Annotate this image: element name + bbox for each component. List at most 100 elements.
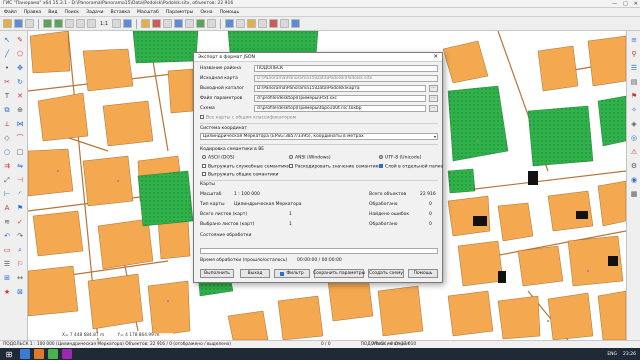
tag-icon[interactable]: ◈ — [629, 119, 639, 129]
clock[interactable]: 23:26 — [623, 352, 636, 357]
point-icon[interactable]: • — [2, 63, 12, 73]
arc-icon[interactable]: ⌒ — [15, 133, 25, 143]
measure-icon[interactable] — [163, 19, 173, 28]
find-icon[interactable]: ⌕ — [15, 245, 25, 255]
mirror-icon[interactable]: ⇋ — [15, 161, 25, 171]
undo-edit-icon[interactable]: ↶ — [2, 231, 12, 241]
encoding-utf8-radio[interactable] — [379, 155, 383, 159]
region-field[interactable]: ПОДОЛЬСК — [254, 65, 438, 72]
menu-windows[interactable]: Окна — [200, 10, 212, 15]
trim-icon[interactable]: ⊣ — [15, 175, 25, 185]
line-icon[interactable]: ╱ — [2, 49, 12, 59]
flag-icon[interactable]: ⚐ — [15, 259, 25, 269]
encoding-ascii-radio[interactable] — [202, 155, 206, 159]
grid-icon[interactable] — [185, 19, 195, 28]
close-button[interactable]: ✕ — [634, 1, 638, 7]
copy-icon[interactable]: ⧉ — [2, 105, 12, 115]
move-icon[interactable]: ✥ — [15, 63, 25, 73]
scheme-browse-button[interactable]: … — [429, 105, 438, 112]
output-dir-browse-button[interactable]: … — [429, 85, 438, 92]
pin-icon[interactable]: ⚲ — [629, 49, 639, 59]
delete-icon[interactable] — [152, 19, 162, 28]
dim-icon[interactable]: ↔ — [15, 273, 25, 283]
zoom-out-icon[interactable] — [87, 19, 96, 28]
ruler-icon[interactable] — [236, 19, 246, 28]
save-params-button[interactable]: Сохранить параметры — [313, 269, 365, 278]
menu-help[interactable]: Помощь — [220, 10, 240, 15]
rotate-icon[interactable]: ↻ — [15, 77, 25, 87]
fillet-icon[interactable]: ◜ — [15, 189, 25, 199]
flag-right-icon[interactable]: ⚑ — [629, 91, 639, 101]
start-icon[interactable]: ⊞ — [4, 349, 14, 359]
label-icon[interactable]: A — [2, 203, 12, 213]
select-icon[interactable] — [65, 19, 74, 28]
folder-icon[interactable] — [247, 19, 257, 28]
compass-icon[interactable]: ✧ — [629, 105, 639, 115]
app-icon[interactable] — [62, 349, 72, 359]
scheme-field[interactable]: d:\profile\desktop\Примеры\topo100t.rsc.… — [254, 105, 426, 112]
expand-semantics-option[interactable]: Раскодировать значение семантики — [289, 164, 381, 170]
snap-icon[interactable]: ⊕ — [15, 105, 25, 115]
menu-search[interactable]: Поиск — [65, 10, 80, 15]
explorer-icon[interactable] — [20, 349, 30, 359]
table-icon[interactable] — [258, 19, 268, 28]
refresh-icon[interactable] — [280, 19, 290, 28]
select-area-icon[interactable]: ▭ — [2, 245, 12, 255]
expand-semantics-checkbox[interactable] — [289, 164, 293, 168]
eye-icon[interactable]: ◉ — [629, 175, 639, 185]
offset-icon[interactable]: ⇉ — [2, 161, 12, 171]
filter-button[interactable]: Фильтр — [274, 269, 310, 278]
layer-folder-option[interactable]: Слой в отдельной папке — [379, 164, 443, 170]
merge-icon[interactable]: ⋈ — [15, 119, 25, 129]
layer-folder-checkbox[interactable] — [379, 164, 383, 168]
globe-icon[interactable] — [225, 19, 235, 28]
open-file-icon[interactable] — [3, 19, 12, 28]
join-icon[interactable]: ⊞ — [2, 273, 12, 283]
legend-icon[interactable] — [207, 19, 217, 28]
pointer-icon[interactable]: ↖ — [2, 35, 12, 45]
minimize-button[interactable]: — — [612, 1, 617, 7]
help-button[interactable]: Помощь — [408, 269, 438, 278]
map-icon[interactable] — [196, 19, 206, 28]
warning-icon[interactable]: ⚠ — [629, 147, 639, 157]
menu-file[interactable]: Файл — [4, 10, 17, 15]
service-semantics-option[interactable]: Выгружать служебные семантики — [202, 164, 290, 170]
zoom-in-icon[interactable] — [76, 19, 85, 28]
browser-icon[interactable] — [34, 349, 44, 359]
common-semantics-option[interactable]: Выгружать общие семантики — [202, 172, 278, 178]
exit-button[interactable]: Выход — [240, 269, 270, 278]
vertex-icon[interactable]: ◇ — [2, 133, 12, 143]
contour-icon[interactable]: ≋ — [2, 217, 12, 227]
menu-scale[interactable]: Масштаб — [137, 10, 159, 15]
maximize-button[interactable]: □ — [623, 1, 628, 7]
crs-select[interactable]: Цилиндрическая Меркатора (EPSG:3857/3395… — [200, 133, 438, 140]
filter-checkbox[interactable] — [280, 271, 285, 276]
dialog-close-icon[interactable]: ✕ — [433, 54, 438, 60]
target-icon[interactable]: ◎ — [629, 133, 639, 143]
rect-icon[interactable]: □ — [15, 147, 25, 157]
create-scheme-button[interactable]: Создать схему — [368, 269, 404, 278]
service-semantics-checkbox[interactable] — [202, 164, 206, 168]
info-icon[interactable] — [174, 19, 184, 28]
cut-icon[interactable]: ✂ — [2, 77, 12, 87]
redo-edit-icon[interactable]: ↷ — [15, 231, 25, 241]
zoom-fit-icon[interactable] — [112, 19, 122, 28]
pencil-icon[interactable]: ✎ — [15, 35, 25, 45]
source-map-field[interactable]: D:\Panorama\Panorama15\Data\Podolsk\Podo… — [254, 75, 438, 82]
circle-icon[interactable]: ○ — [2, 147, 12, 157]
encoding-ascii-option[interactable]: ASCII (DOS) — [202, 155, 235, 161]
grid-right-icon[interactable]: ▦ — [629, 189, 639, 199]
layers-panel-icon[interactable]: ≡ — [629, 35, 639, 45]
extend-icon[interactable]: ⊢ — [2, 189, 12, 199]
menu-tasks[interactable]: Задачи — [86, 10, 103, 15]
save-icon[interactable] — [14, 19, 23, 28]
common-semantics-checkbox[interactable] — [202, 172, 206, 176]
params-file-field[interactable]: d:\profile\desktop\Примеры\Ftxt.sxc — [254, 95, 426, 102]
list-icon[interactable]: ☰ — [629, 63, 639, 73]
panorama-app-icon[interactable] — [48, 349, 58, 359]
fix-icon[interactable]: ✓ — [15, 217, 25, 227]
undo-icon[interactable] — [43, 19, 52, 28]
output-dir-field[interactable]: D:\Panorama\Panorama15\Data\Podolsk\карт… — [254, 85, 426, 92]
scale-ratio-label[interactable]: 1:1 — [100, 21, 108, 27]
sign-icon[interactable]: ⚑ — [15, 203, 25, 213]
